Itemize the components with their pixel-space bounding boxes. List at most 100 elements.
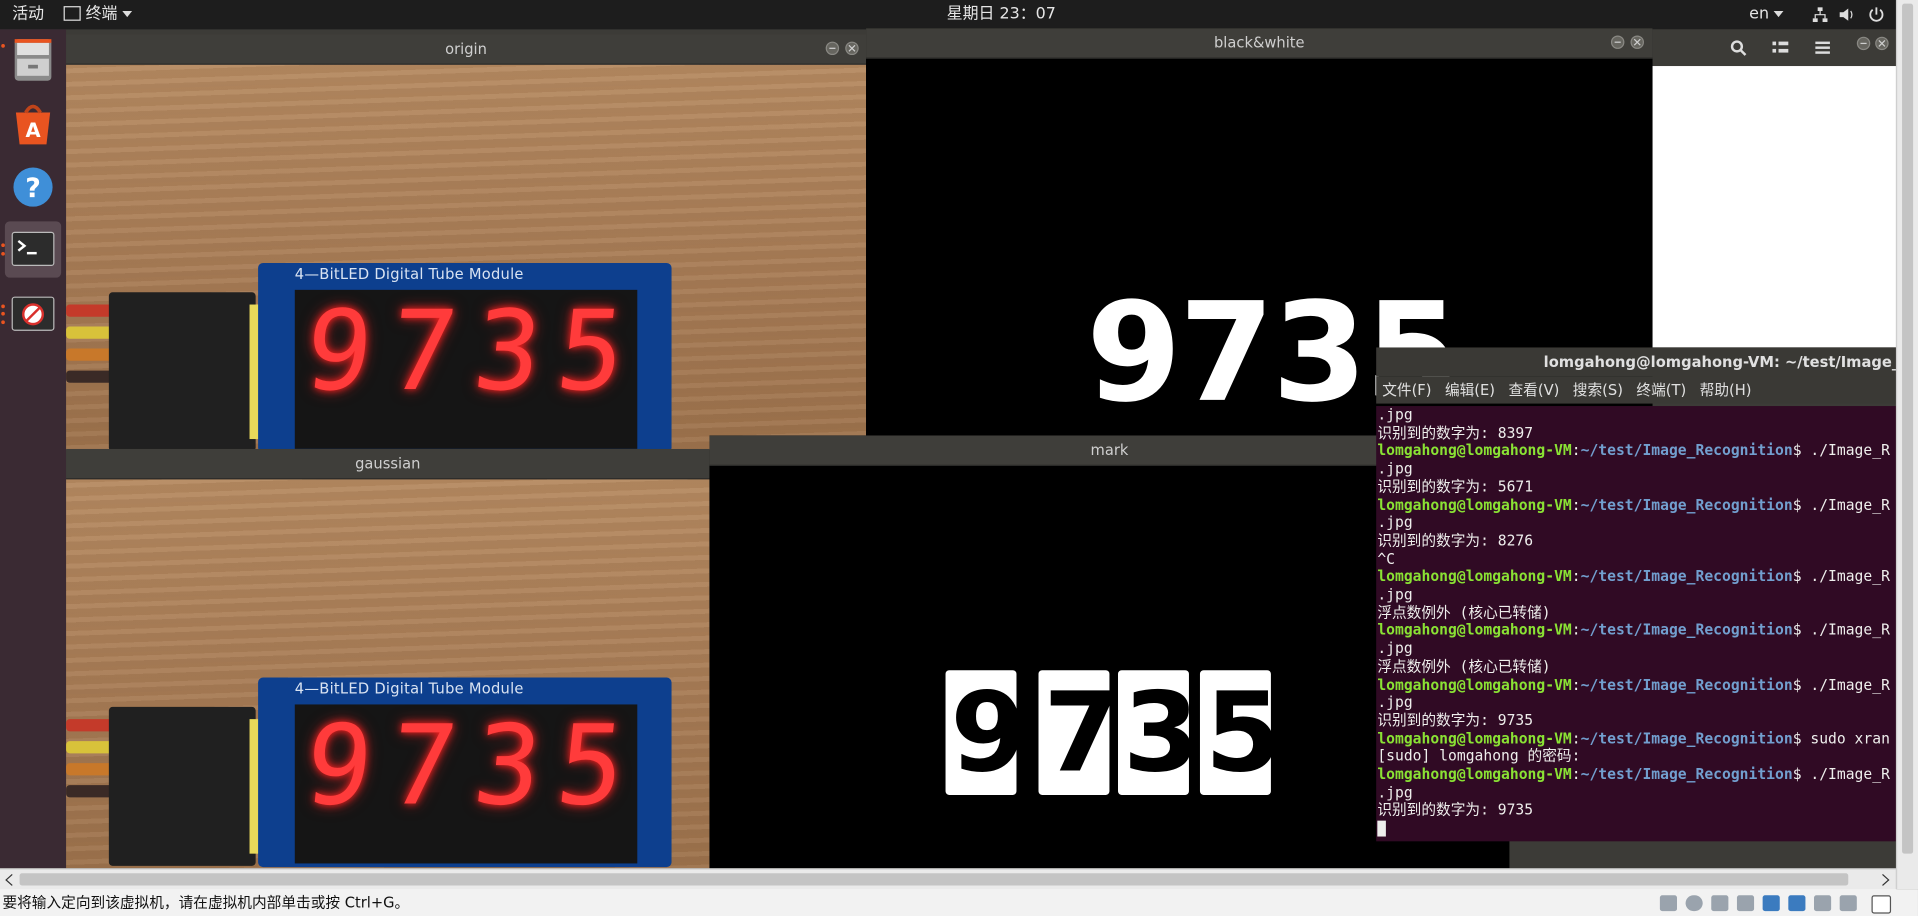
close-button[interactable] [845,41,859,56]
activities-button[interactable]: 活动 [12,0,44,29]
marked-digit: 3 [1118,670,1200,795]
dock-help[interactable]: ? [5,159,61,215]
prompt-separator: : [1571,621,1581,639]
scrollbar-thumb[interactable] [1902,3,1914,854]
terminal-output-line: .jpg [1377,693,1413,711]
menu-terminal[interactable]: 终端(T) [1636,382,1686,399]
prompt-command: $ ./Image_R [1792,765,1890,783]
terminal-title: lomgahong@lomgahong-VM: ~/test/Image_Rec… [1376,347,1896,377]
optical-drive-icon[interactable] [1685,895,1703,912]
marked-digit: 7 [1038,670,1120,795]
network-adapter-icon[interactable] [1711,895,1729,912]
network-icon[interactable] [1812,6,1829,23]
running-indicator [1,311,5,316]
prompt-path: ~/test/Image_Recognition [1580,765,1793,783]
terminal-output-line: 浮点数例外 (核心已转储) [1377,657,1551,675]
led-module: 4—BitLED Digital Tube Module 9 7 3 5 [258,677,672,868]
usb-icon[interactable] [1762,895,1780,912]
photo: 4—BitLED Digital Tube Module 9 7 3 5 [66,479,710,869]
keyboard-capture-icon[interactable] [1839,895,1857,912]
marked-digit-value: 9 [950,668,1028,798]
scroll-right-icon[interactable] [1879,873,1891,886]
dock: A ? [0,29,67,869]
marked-digit: 9 [945,668,1028,798]
prompt-path: ~/test/Image_Recognition [1580,567,1793,585]
connector [108,706,256,866]
dock-blocked-app[interactable] [5,286,61,342]
connector [108,292,256,451]
window-title: origin [66,34,867,65]
dock-terminal[interactable] [4,221,62,278]
terminal-output-line: .jpg [1377,639,1413,657]
terminal-prompt-line: lomgahong@lomgahong-VM:~/test/Image_Reco… [1377,568,1896,586]
led-digit: 5 [550,287,631,416]
menu-help[interactable]: 帮助(H) [1700,382,1752,399]
terminal-output-line: 识别到的数字为: 8276 [1377,531,1534,550]
prompt-path: ~/test/Image_Recognition [1580,675,1793,693]
prompt-path: ~/test/Image_Recognition [1580,729,1793,747]
window-title: black&white [866,28,1653,59]
help-icon: ? [13,167,53,207]
minimize-button[interactable] [825,41,840,56]
led-digit: 7 [383,702,464,831]
view-options-icon[interactable] [1772,40,1789,55]
module-label: 4—BitLED Digital Tube Module [294,265,524,283]
prompt-path: ~/test/Image_Recognition [1580,495,1793,514]
terminal-output-line: 浮点数例外 (核心已转储) [1377,603,1551,621]
clock[interactable]: 星期日 23：07 [947,0,1056,29]
prompt-user: lomgahong@lomgahong-VM [1377,675,1572,693]
printer-icon[interactable] [1736,895,1755,912]
terminal-output-line: [sudo] lomgahong 的密码: [1377,747,1581,765]
origin-window: origin 4—BitLED Digital Tube Module 9 7 … [66,34,867,451]
terminal-output-line: 识别到的数字为: 8397 [1377,424,1534,442]
minimize-button[interactable] [1610,35,1625,49]
led-digit: 9 [299,287,379,416]
terminal-prompt-line: lomgahong@lomgahong-VM:~/test/Image_Reco… [1377,622,1896,640]
power-icon[interactable] [1868,6,1885,23]
chevron-down-icon [1773,11,1784,18]
volume-icon[interactable] [1838,6,1855,23]
background-window-content [1651,66,1896,348]
search-icon[interactable] [1730,39,1747,56]
language-menu[interactable]: en [1749,0,1784,29]
terminal-output-line: ^C [1377,549,1396,568]
led-module: 4—BitLED Digital Tube Module 9 7 3 5 [258,262,672,451]
sound-icon[interactable] [1788,895,1806,912]
running-indicator [1,251,5,256]
close-button[interactable] [1875,36,1889,51]
menu-search[interactable]: 搜索(S) [1573,382,1623,399]
menu-view[interactable]: 查看(V) [1508,382,1559,399]
terminal-menubar: 文件(F) 编辑(E) 查看(V) 搜索(S) 终端(T) 帮助(H) [1376,376,1896,404]
vm-screen: 活动 终端 星期日 23：07 en A ? origin 4—BitLED D… [0,0,1918,916]
prompt-user: lomgahong@lomgahong-VM [1377,765,1572,783]
vertical-scrollbar[interactable] [1895,0,1918,890]
dock-software[interactable]: A [5,95,61,151]
scroll-left-icon[interactable] [4,873,16,886]
menu-icon[interactable] [1815,40,1832,55]
led-display: 9 7 3 5 [294,702,638,864]
display-icon[interactable] [1814,895,1832,912]
prompt-command: $ ./Image_R [1792,621,1890,639]
status-bar: 要将输入定向到该虚拟机，请在虚拟机内部单击或按 Ctrl+G。 [0,889,1918,916]
hard-disk-icon[interactable] [1659,895,1678,912]
menu-edit[interactable]: 编辑(E) [1445,382,1495,399]
prompt-path: ~/test/Image_Recognition [1580,621,1793,639]
software-center-icon: A [15,104,51,145]
document-icon[interactable] [1871,895,1892,914]
terminal-output-line: 识别到的数字为: 5671 [1377,477,1534,496]
prompt-path: ~/test/Image_Recognition [1580,441,1793,460]
scrollbar-thumb[interactable] [19,873,1849,886]
terminal-icon [11,231,55,267]
close-button[interactable] [1630,35,1644,49]
horizontal-scrollbar[interactable] [0,868,1896,891]
prompt-user: lomgahong@lomgahong-VM [1377,567,1572,585]
led-digit: 7 [383,287,464,416]
minimize-button[interactable] [1856,36,1871,51]
background-window-toolbar [1651,29,1896,67]
prompt-command: $ ./Image_R [1792,675,1890,693]
menu-file[interactable]: 文件(F) [1382,382,1431,399]
terminal-output[interactable]: .jpg 识别到的数字为: 8397 lomgahong@lomgahong-VM:… [1376,406,1896,842]
terminal-input-line[interactable] [1377,820,1896,838]
app-menu[interactable]: 终端 [63,0,133,29]
dock-files[interactable] [5,32,61,88]
